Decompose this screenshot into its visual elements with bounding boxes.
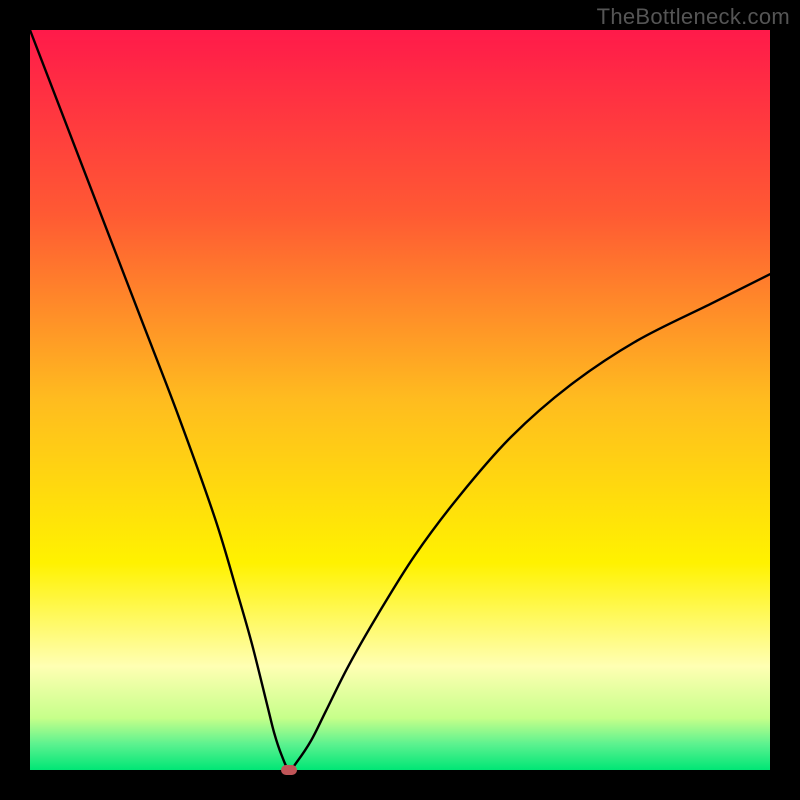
minimum-marker: [281, 765, 297, 775]
chart-container: TheBottleneck.com: [0, 0, 800, 800]
watermark-label: TheBottleneck.com: [597, 4, 790, 30]
bottleneck-chart: [0, 0, 800, 800]
plot-background: [30, 30, 770, 770]
